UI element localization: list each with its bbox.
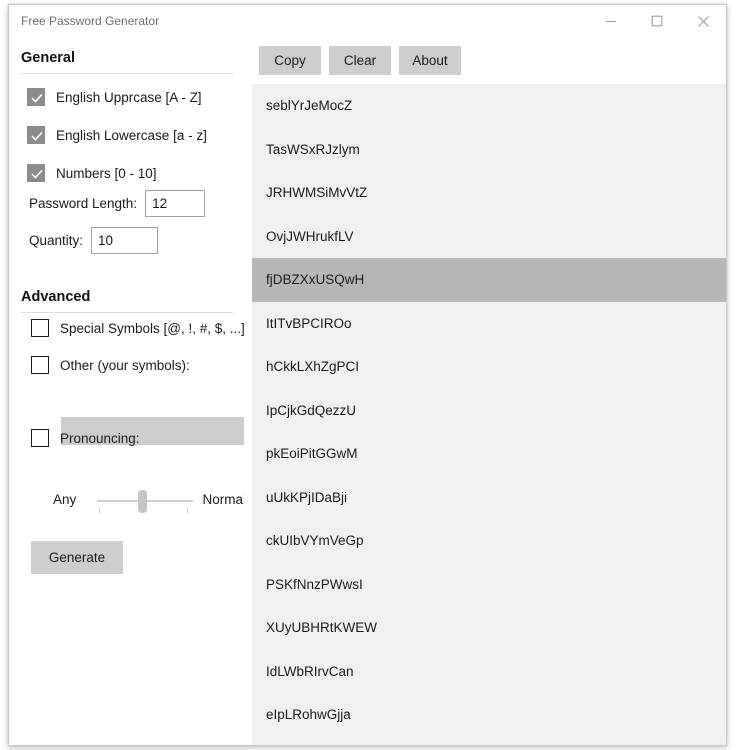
clear-button[interactable]: Clear: [329, 46, 391, 75]
password-list-item[interactable]: eIpLRohwGjja: [252, 693, 726, 737]
window-frame: Free Password Generator General English …: [8, 4, 727, 746]
copy-button[interactable]: Copy: [259, 46, 321, 75]
checkbox-label-lowercase: English Lowercase [a - z]: [56, 127, 207, 143]
window-controls: [588, 5, 726, 37]
checkbox-special-symbols[interactable]: [31, 319, 49, 337]
password-length-row: Password Length:: [29, 190, 206, 217]
window-title: Free Password Generator: [21, 14, 160, 28]
password-list-item[interactable]: JRHWMSiMvVtZ: [252, 171, 726, 215]
password-list-item[interactable]: ItITvBPCIROo: [252, 302, 726, 346]
settings-panel: General English Upprcase [A - Z] English…: [9, 37, 247, 745]
checkbox-pronouncing[interactable]: [31, 429, 49, 447]
toolbar: Copy Clear About: [259, 46, 461, 75]
about-button[interactable]: About: [399, 46, 461, 75]
password-list-item[interactable]: IpCjkGdQezzU: [252, 389, 726, 433]
general-section-heading: General: [21, 50, 75, 66]
results-panel: Copy Clear About seblYrJeMocZ TasWSxRJzly…: [245, 37, 726, 745]
password-list-item[interactable]: ckUIbVYmVeGp: [252, 519, 726, 563]
password-list-item[interactable]: seblYrJeMocZ: [252, 84, 726, 128]
quantity-input[interactable]: [91, 227, 159, 254]
pronouncing-slider[interactable]: Any Normal: [31, 487, 246, 521]
slider-tick-max: [187, 508, 188, 513]
checkbox-row-numbers[interactable]: Numbers [0 - 10]: [27, 164, 157, 182]
checkbox-row-uppercase[interactable]: English Upprcase [A - Z]: [27, 88, 202, 106]
password-list-item[interactable]: pkEoiPitGGwM: [252, 432, 726, 476]
close-icon: [697, 15, 710, 28]
slider-label-any: Any: [53, 492, 77, 507]
checkbox-label-other-symbols: Other (your symbols):: [60, 357, 190, 373]
minimize-icon: [605, 15, 617, 27]
slider-thumb[interactable]: [138, 490, 147, 513]
password-list-item[interactable]: OvjJWHrukfLV: [252, 215, 726, 259]
close-button[interactable]: [680, 5, 726, 37]
minimize-button[interactable]: [588, 5, 634, 37]
password-list-item[interactable]: RAZhhKpIGOgT: [252, 737, 726, 746]
password-list-item[interactable]: XUyUBHRtKWEW: [252, 606, 726, 650]
quantity-label: Quantity:: [29, 233, 84, 248]
checkbox-row-special-symbols[interactable]: Special Symbols [@, !, #, $, ...]: [31, 319, 245, 337]
title-bar: Free Password Generator: [9, 5, 726, 37]
checkbox-label-numbers: Numbers [0 - 10]: [56, 165, 157, 181]
password-list-item[interactable]: hCkkLXhZgPCI: [252, 345, 726, 389]
slider-tick-min: [99, 508, 100, 513]
checkbox-numbers[interactable]: [27, 164, 45, 182]
checkbox-label-uppercase: English Upprcase [A - Z]: [56, 89, 202, 105]
generate-button[interactable]: Generate: [31, 541, 123, 574]
password-list-item[interactable]: fjDBZXxUSQwH: [252, 258, 726, 302]
password-list-item[interactable]: PSKfNnzPWwsI: [252, 563, 726, 607]
checkbox-lowercase[interactable]: [27, 126, 45, 144]
checkbox-row-lowercase[interactable]: English Lowercase [a - z]: [27, 126, 207, 144]
quantity-row: Quantity:: [29, 227, 159, 254]
advanced-section-rule: [21, 312, 233, 313]
password-list[interactable]: seblYrJeMocZ TasWSxRJzlym JRHWMSiMvVtZ OvjJ…: [252, 84, 726, 745]
password-list-item[interactable]: IdLWbRIrvCan: [252, 650, 726, 694]
general-section-rule: [21, 73, 233, 74]
password-list-item[interactable]: uUkKPjIDaBji: [252, 476, 726, 520]
checkbox-row-other-symbols[interactable]: Other (your symbols):: [31, 356, 190, 374]
checkbox-label-pronouncing: Pronouncing:: [60, 430, 140, 446]
password-list-item[interactable]: TasWSxRJzlym: [252, 128, 726, 172]
maximize-icon: [651, 15, 663, 27]
checkbox-uppercase[interactable]: [27, 88, 45, 106]
app-window: Free Password Generator General English …: [0, 0, 736, 750]
password-length-label: Password Length:: [29, 196, 138, 211]
slider-label-normal: Normal: [202, 492, 246, 507]
checkbox-other-symbols[interactable]: [31, 356, 49, 374]
advanced-section-heading: Advanced: [21, 289, 91, 305]
checkbox-row-pronouncing[interactable]: Pronouncing:: [31, 429, 140, 447]
checkbox-label-special-symbols: Special Symbols [@, !, #, $, ...]: [60, 320, 245, 336]
maximize-button[interactable]: [634, 5, 680, 37]
password-length-input[interactable]: [145, 190, 206, 217]
